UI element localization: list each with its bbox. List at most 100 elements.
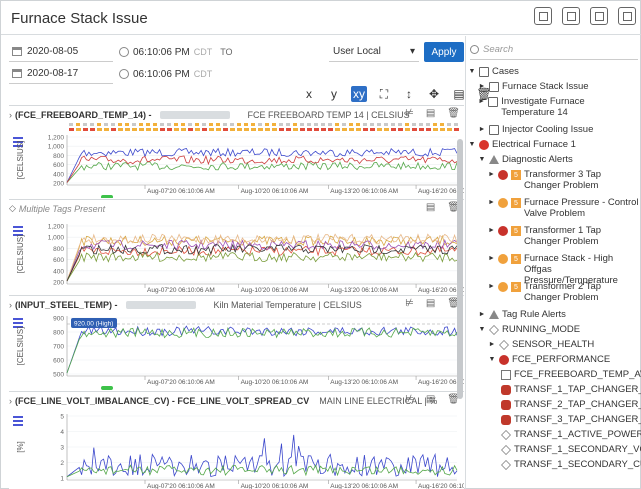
tree-item-case[interactable]: ► Investigate Furnace Temperature 14 [478, 96, 640, 118]
trend-panel[interactable]: ◇ Multiple Tags Present ▤ 🗑 [CELSIUS] 1,200 1,… [9, 199, 464, 294]
tree-item-tag-group[interactable]: ▼ RUNNING_MODE [478, 324, 640, 335]
limit-badge-label: 920.00 (High) [74, 321, 113, 328]
tree-item-case[interactable]: ► Injector Cooling Issue [478, 124, 640, 135]
panel-description: FCE FREEBOARD TEMP 14 | CELSIUS [247, 109, 410, 120]
layout-icon[interactable]: ▤ [426, 108, 435, 119]
search-icon [470, 45, 479, 54]
start-date-field[interactable]: 2020-08-05 [9, 42, 113, 62]
tree-item-tag[interactable]: TRANSF_3_TAP_CHANGER_P... [498, 414, 641, 425]
move-icon[interactable]: ✥ [426, 86, 442, 102]
expand-down-icon[interactable]: ▼ [468, 139, 476, 150]
layout-icon[interactable]: ▤ [426, 298, 435, 309]
layout-icon[interactable]: ▤ [426, 394, 435, 405]
expand-right-icon[interactable]: ► [488, 253, 495, 264]
share-icon[interactable] [562, 7, 580, 25]
end-date-field[interactable]: 2020-08-17 [9, 64, 113, 84]
tree-item-alert[interactable]: ► 5 Transformer 2 Tap Changer Problem [488, 281, 640, 303]
legend-icon[interactable] [13, 416, 23, 426]
tree-item-tag-group[interactable]: ► SENSOR_HEALTH [488, 339, 640, 350]
tree-item-alert[interactable]: ► 5 Transformer 1 Tap Changer Problem [488, 225, 640, 247]
chevron-right-icon[interactable]: › [9, 300, 12, 310]
chart-settings-icon[interactable]: ⊭ [405, 298, 414, 309]
calendar-icon [12, 47, 22, 56]
x-tick-label: Aug-10'20 06:10:06 AM [241, 287, 309, 294]
tree-item-tag[interactable]: TRANSF_1_SECONDARY_CURR [498, 459, 641, 470]
tree-item-case[interactable]: ► Furnace Stack Issue [478, 81, 640, 92]
save-icon[interactable] [534, 7, 552, 25]
time-slider-handle[interactable] [101, 386, 113, 390]
tree-item-alert[interactable]: ► 5 Transformer 3 Tap Changer Problem [488, 169, 640, 191]
timezone-select[interactable]: User Local ▾ [329, 42, 419, 62]
trend-chart[interactable]: [%] 5 4 3 2 1 Aug-07'20 06:10:06 AM Aug-10'20 0… [9, 410, 464, 489]
delete-icon[interactable]: 🗑 [447, 108, 460, 119]
pan-vertical-icon[interactable]: ↕ [401, 86, 417, 102]
scrollbar[interactable] [457, 139, 463, 399]
tree-item-tag-rule-alerts[interactable]: ► Tag Rule Alerts [478, 309, 640, 320]
zoom-xy-button[interactable]: xy [351, 86, 367, 102]
tree-item-asset[interactable]: ▼ Electrical Furnace 1 [468, 139, 640, 150]
trend-panel[interactable]: › (INPUT_STEEL_TEMP) - Kiln Material Tempe… [9, 295, 464, 390]
layout-icon[interactable]: ▤ [426, 202, 435, 213]
warning-circle-icon [497, 282, 508, 292]
expand-right-icon[interactable]: ► [488, 169, 495, 180]
tree-item-tag[interactable]: TRANSF_1_SECONDARY_VOL... [498, 444, 641, 455]
expand-right-icon[interactable]: ► [478, 124, 486, 135]
chart-settings-icon[interactable]: ⊭ [405, 108, 414, 119]
chart-toolbar: x y xy ⛶ ↕ ✥ ▤ 🗑 [301, 84, 492, 104]
asset-alarm-icon [479, 140, 489, 150]
end-time-field[interactable]: 06:10:06 PM CDT [119, 64, 239, 84]
expand-right-icon[interactable]: ► [488, 225, 495, 236]
tree-item-tag[interactable]: TRANSF_1_ACTIVE_POWER [498, 429, 641, 440]
expand-down-icon[interactable]: ▼ [478, 324, 486, 335]
expand-down-icon[interactable]: ▼ [478, 154, 486, 165]
panel-header: › (INPUT_STEEL_TEMP) - Kiln Material Tempe… [9, 296, 464, 313]
chevron-right-icon[interactable]: › [9, 396, 12, 406]
trend-chart[interactable]: [CELSIUS] 900 800 700 600 500 Aug-07'20 06:10:… [9, 312, 464, 390]
tag-icon [501, 460, 511, 470]
expand-right-icon[interactable]: ► [478, 96, 485, 107]
y-tick-label: 200 [53, 280, 64, 287]
expand-right-icon[interactable]: ► [488, 197, 495, 208]
tree-item-label: TRANSF_1_SECONDARY_CURR [514, 459, 641, 470]
expand-right-icon[interactable]: ► [478, 81, 486, 92]
tree-item-tag[interactable]: FCE_FREEBOARD_TEMP_AVG... [498, 369, 641, 380]
expand-down-icon[interactable]: ▼ [488, 354, 496, 365]
start-time-field[interactable]: 06:10:06 PM CDT TO [119, 42, 239, 62]
chevron-right-icon[interactable]: › [9, 110, 12, 120]
tree-item-tag-group[interactable]: ▼ FCE_PERFORMANCE [488, 354, 640, 365]
y-tick-label: 600 [53, 257, 64, 264]
zoom-y-button[interactable]: y [326, 86, 342, 102]
exit-icon[interactable] [618, 7, 636, 25]
tree-item-diagnostic-alerts[interactable]: ▼ Diagnostic Alerts [478, 154, 640, 165]
trend-chart[interactable]: [CELSIUS] 1,200 1,000 800 600 400 200 Aug-07'20… [9, 121, 464, 198]
tree-item-cases[interactable]: ▼ Cases [468, 66, 640, 77]
expand-right-icon[interactable]: ► [488, 339, 496, 350]
settings-icon[interactable] [590, 7, 608, 25]
folder-icon [489, 82, 499, 92]
tags-icon[interactable]: ◇ [9, 203, 16, 214]
legend-icon[interactable] [13, 226, 23, 236]
tree-item-alert[interactable]: ► 5 Furnace Pressure - Control Valve Probl… [488, 197, 640, 219]
zoom-x-button[interactable]: x [301, 86, 317, 102]
warning-circle-icon [497, 198, 508, 208]
tree-item-tag[interactable]: TRANSF_2_TAP_CHANGER_P... [498, 399, 641, 410]
panel-tag-name: (INPUT_STEEL_TEMP) - [15, 299, 118, 310]
search-field[interactable]: Search [470, 40, 638, 60]
expand-down-icon[interactable]: ▼ [468, 66, 476, 77]
tree-item-tag[interactable]: TRANSF_1_TAP_CHANGER_P... [498, 384, 641, 395]
y-tick-label: 400 [53, 171, 64, 178]
time-slider-handle[interactable] [101, 195, 113, 198]
tag-icon [501, 445, 511, 455]
expand-right-icon[interactable]: ► [488, 281, 495, 292]
legend-icon[interactable] [13, 318, 23, 328]
tree-item-label: Transformer 2 Tap Changer Problem [523, 281, 602, 303]
zoom-box-icon[interactable]: ⛶ [376, 86, 392, 102]
trend-chart[interactable]: [CELSIUS] 1,200 1,000 800 600 400 200 Aug-07'20… [9, 220, 464, 294]
y-tick-label: 400 [53, 268, 64, 275]
trend-panel[interactable]: › (FCE_LINE_VOLT_IMBALANCE_CV) - FCE_LINE… [9, 391, 464, 489]
y-tick-label: 1,200 [48, 135, 65, 142]
trend-panel[interactable]: › (FCE_FREEBOARD_TEMP_14) - FCE FREEBOARD … [9, 105, 464, 198]
apply-button[interactable]: Apply [424, 42, 464, 62]
chart-settings-icon[interactable]: ⊭ [405, 394, 414, 405]
expand-right-icon[interactable]: ► [478, 309, 486, 320]
